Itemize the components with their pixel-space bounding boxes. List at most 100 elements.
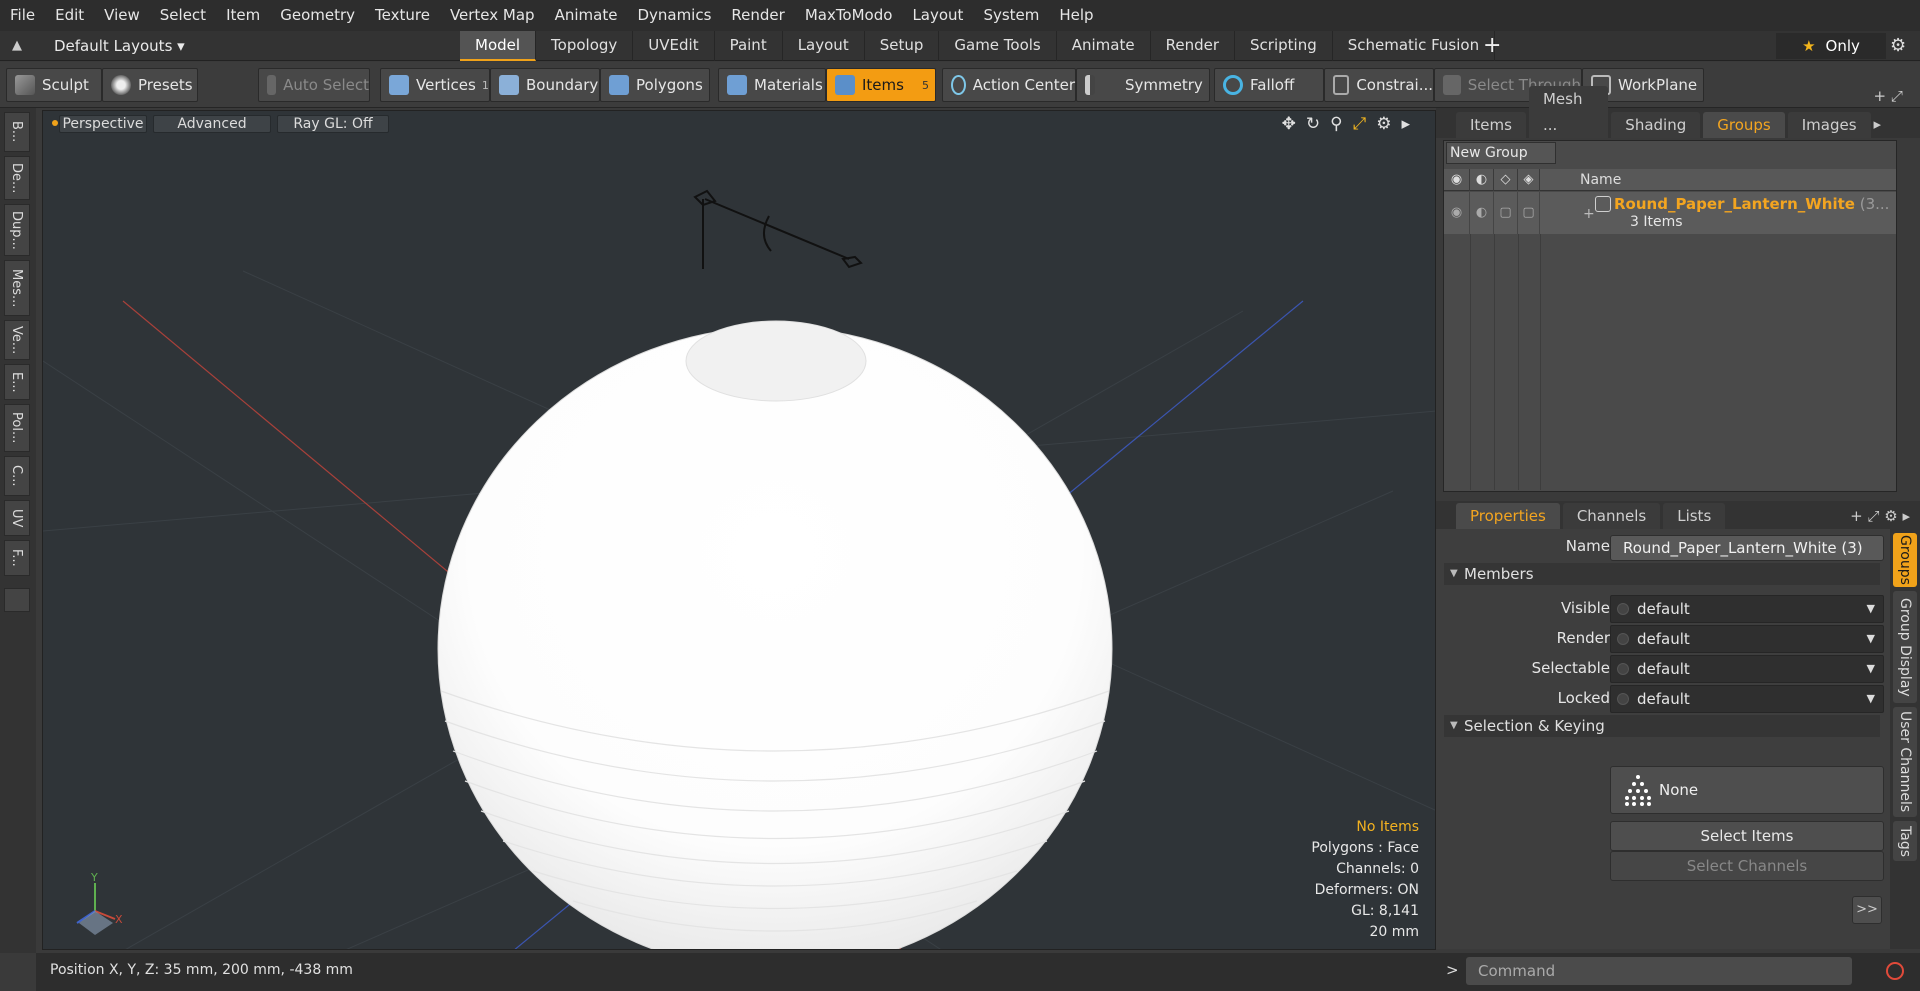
group-select-checkbox[interactable]: ▢ [1518,192,1540,234]
render-dropdown[interactable]: default ▼ [1610,625,1884,653]
left-tab-deform[interactable]: De... [4,156,30,200]
group-visible-icon[interactable]: ◉ [1444,192,1470,234]
tab-topology[interactable]: Topology [536,31,634,61]
presets-button[interactable]: Presets [102,68,198,102]
left-tab-fusion[interactable]: F... [4,540,30,576]
record-macro-icon[interactable] [1886,962,1904,980]
tab-items[interactable]: Items [1456,112,1526,138]
expand-group-icon[interactable]: + [1583,206,1595,222]
tab-mesh[interactable]: Mesh ... [1528,86,1609,138]
select-items-button[interactable]: Select Items [1610,821,1884,851]
members-section[interactable]: ▼ Members [1444,563,1880,585]
left-tab-extra[interactable] [4,588,30,612]
tab-game-tools[interactable]: Game Tools [939,31,1057,61]
tab-paint[interactable]: Paint [715,31,783,61]
left-tab-edge[interactable]: E... [4,364,30,400]
select-column-icon[interactable]: ◈ [1518,169,1540,191]
only-button[interactable]: ★ Only [1776,33,1886,59]
side-tab-tags[interactable]: Tags [1893,821,1917,861]
left-tab-duplicate[interactable]: Dup... [4,204,30,256]
menu-render[interactable]: Render [721,0,794,31]
auto-select-button[interactable]: Auto Select [258,68,370,102]
viewport-settings-icon[interactable]: ⚙ [1376,114,1391,134]
menu-edit[interactable]: Edit [45,0,94,31]
lock-column-icon[interactable]: ◇ [1494,169,1518,191]
menu-help[interactable]: Help [1049,0,1103,31]
menu-maxtomodo[interactable]: MaxToModo [795,0,903,31]
locked-dropdown[interactable]: default ▼ [1610,685,1884,713]
constraints-button[interactable]: Constrai... [1324,68,1434,102]
group-lock-checkbox[interactable]: ▢ [1494,192,1518,234]
group-render-icon[interactable]: ◐ [1470,192,1494,234]
raygl-toggle[interactable]: Ray GL: Off [277,115,389,133]
menu-vertex-map[interactable]: Vertex Map [440,0,545,31]
side-tab-user-channels[interactable]: User Channels [1893,707,1917,817]
layout-collapse-icon[interactable]: ▲ [12,38,22,53]
side-tab-group-display[interactable]: Group Display [1893,591,1917,703]
3d-viewport[interactable]: Y X Perspective Advanced Ray GL: Off ✥ ↻… [42,110,1436,950]
shading-dropdown[interactable]: Advanced [153,115,271,133]
tab-animate[interactable]: Animate [1057,31,1151,61]
visible-dropdown[interactable]: default ▼ [1610,595,1884,623]
left-tab-curve[interactable]: C... [4,456,30,496]
move-view-icon[interactable]: ✥ [1282,114,1296,134]
items-button[interactable]: Items 5 [826,68,936,102]
menu-layout[interactable]: Layout [902,0,973,31]
tab-layout[interactable]: Layout [783,31,865,61]
menu-file[interactable]: File [0,0,45,31]
render-column-icon[interactable]: ◐ [1470,169,1494,191]
action-center-button[interactable]: Action Center [942,68,1076,102]
maximize-view-icon[interactable]: ⤢ [1353,114,1367,134]
side-tab-groups[interactable]: Groups [1893,533,1917,587]
new-group-button[interactable]: New Group [1446,142,1556,164]
sculpt-button[interactable]: Sculpt [6,68,102,102]
select-channels-button[interactable]: Select Channels [1610,851,1884,881]
tab-images[interactable]: Images [1787,112,1871,138]
tab-schematic-fusion[interactable]: Schematic Fusion [1333,31,1496,61]
rotate-view-icon[interactable]: ↻ [1306,114,1320,134]
command-input[interactable]: Command [1466,957,1852,985]
add-tab-icon[interactable]: + [1483,31,1501,61]
tab-properties[interactable]: Properties [1456,503,1560,529]
menu-animate[interactable]: Animate [545,0,628,31]
menu-geometry[interactable]: Geometry [270,0,365,31]
menu-texture[interactable]: Texture [365,0,440,31]
vertices-button[interactable]: Vertices 1 [380,68,490,102]
left-tab-polygon[interactable]: Pol... [4,404,30,452]
tab-groups[interactable]: Groups [1703,112,1785,138]
left-tab-uv[interactable]: UV [4,500,30,536]
selectable-dropdown[interactable]: default ▼ [1610,655,1884,683]
left-tab-basic[interactable]: B... [4,112,30,152]
more-button[interactable]: >> [1852,896,1882,924]
tab-lists[interactable]: Lists [1663,503,1726,529]
visibility-column-icon[interactable]: ◉ [1444,169,1470,191]
zoom-view-icon[interactable]: ⚲ [1330,114,1342,134]
layout-selector[interactable]: Default Layouts ▾ [54,31,185,61]
keying-mode-button[interactable]: None [1610,766,1884,814]
tab-uvedit[interactable]: UVEdit [633,31,715,61]
polygons-button[interactable]: Polygons [600,68,710,102]
tab-setup[interactable]: Setup [865,31,940,61]
group-row[interactable]: ◉ ◐ ▢ ▢ + Round_Paper_Lantern_White (3..… [1444,192,1896,234]
gear-icon[interactable]: ⚙ [1890,35,1906,56]
panel-options-icon[interactable]: + ⤢ ▸ [1874,82,1920,138]
tab-scripting[interactable]: Scripting [1235,31,1333,61]
boundary-button[interactable]: Boundary [490,68,600,102]
tab-render[interactable]: Render [1151,31,1236,61]
symmetry-button[interactable]: Symmetry [1076,68,1210,102]
properties-options-icon[interactable]: + ⤢ ⚙ ▸ [1850,503,1920,529]
left-tab-vertex[interactable]: Ve... [4,320,30,360]
materials-button[interactable]: Materials [718,68,826,102]
menu-item[interactable]: Item [216,0,270,31]
menu-system[interactable]: System [973,0,1049,31]
viewport-more-icon[interactable]: ▸ [1401,114,1410,134]
menu-select[interactable]: Select [150,0,216,31]
group-name-field[interactable]: Round_Paper_Lantern_White (3) [1610,535,1884,561]
tab-model[interactable]: Model [460,31,537,61]
tab-shading[interactable]: Shading [1611,112,1701,138]
menu-dynamics[interactable]: Dynamics [627,0,721,31]
menu-view[interactable]: View [94,0,150,31]
falloff-button[interactable]: Falloff [1214,68,1324,102]
selection-keying-section[interactable]: ▼ Selection & Keying [1444,715,1880,737]
tab-channels[interactable]: Channels [1562,503,1661,529]
